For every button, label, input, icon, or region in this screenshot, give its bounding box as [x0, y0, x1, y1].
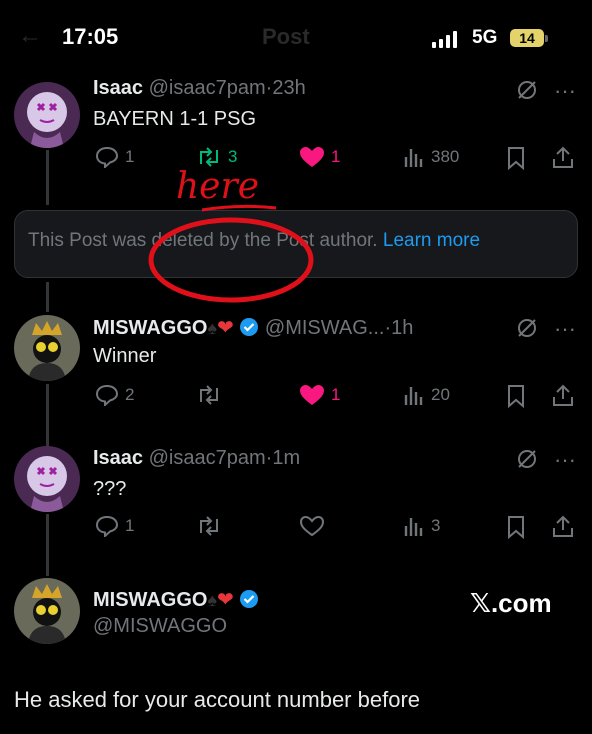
reply-icon — [95, 146, 119, 168]
repost-button[interactable] — [196, 515, 228, 537]
repost-icon — [200, 147, 218, 167]
avatar-isaac[interactable] — [14, 82, 80, 148]
post-header: Isaac @isaac7pam·23h — [93, 77, 306, 100]
repost-icon — [200, 385, 218, 405]
author-handle[interactable]: @isaac7pam — [149, 77, 266, 99]
views-icon — [404, 518, 423, 536]
heart-icon — [300, 385, 324, 405]
grok-icon[interactable] — [515, 316, 539, 345]
views-count: 380 — [431, 147, 460, 166]
repost-button[interactable] — [196, 384, 228, 406]
bookmark-icon[interactable] — [506, 146, 526, 175]
views-button[interactable]: 380 — [403, 146, 459, 168]
thread-line — [46, 384, 49, 446]
more-icon[interactable]: ··· — [554, 78, 576, 104]
author-name[interactable]: Isaac — [93, 77, 143, 99]
author-name[interactable]: MISWAGGO — [93, 589, 207, 611]
reply-icon — [95, 384, 119, 406]
thread-line — [46, 282, 49, 312]
verified-badge-icon — [239, 317, 259, 339]
share-icon[interactable] — [552, 514, 574, 543]
author-handle[interactable]: @MISWAG... — [265, 317, 385, 339]
post-header: Isaac @isaac7pam·1m — [93, 447, 300, 470]
post-time[interactable]: 23h — [272, 77, 305, 99]
grok-icon[interactable] — [515, 447, 539, 476]
author-handle[interactable]: @MISWAGGO — [93, 615, 227, 638]
repost-icon — [200, 516, 218, 536]
thread-line — [46, 150, 49, 205]
post-time[interactable]: 1h — [391, 317, 413, 339]
like-count: 1 — [331, 385, 341, 404]
x-com-watermark: 𝕏.com — [470, 588, 552, 618]
repost-count: 3 — [228, 147, 238, 166]
views-button[interactable]: 3 — [403, 515, 440, 537]
bookmark-icon[interactable] — [506, 384, 526, 413]
red-heart-emoji: ❤ — [217, 317, 234, 339]
share-icon[interactable] — [552, 383, 574, 412]
battery-icon: 14 — [510, 29, 544, 47]
thread-line — [46, 514, 49, 576]
views-icon — [404, 387, 423, 405]
spade-emoji: ♠ — [207, 318, 218, 338]
post-text: Winner — [93, 345, 157, 367]
like-count: 1 — [331, 147, 341, 166]
reply-count: 2 — [125, 385, 135, 404]
main-post-text: He asked for your account number before — [14, 687, 421, 712]
battery-tip — [545, 35, 548, 42]
learn-more-link[interactable]: Learn more — [383, 230, 480, 251]
reply-button[interactable]: 1 — [95, 146, 134, 168]
annotation-circle — [148, 217, 314, 303]
status-time: 17:05 — [62, 24, 119, 49]
network-label: 5G — [472, 27, 498, 48]
verified-badge-icon — [239, 589, 259, 611]
heart-icon — [299, 515, 325, 537]
views-count: 3 — [431, 516, 441, 535]
share-icon[interactable] — [552, 145, 574, 174]
repost-button[interactable]: 3 — [196, 146, 237, 168]
author-name[interactable]: MISWAGGO — [93, 317, 207, 339]
heart-icon — [300, 147, 324, 167]
post-text: ??? — [93, 478, 127, 500]
back-arrow-icon[interactable]: ← — [18, 22, 42, 50]
views-icon — [404, 149, 423, 167]
annotation-label: here — [176, 166, 260, 207]
post-header: MISWAGGO♠❤ @MISWAG...·1h — [93, 315, 413, 340]
avatar-miswaggo[interactable] — [14, 578, 80, 644]
signal-icon — [432, 30, 457, 48]
views-button[interactable]: 20 — [403, 384, 450, 406]
author-handle[interactable]: @isaac7pam — [149, 447, 266, 469]
post-time[interactable]: 1m — [272, 447, 300, 469]
more-icon[interactable]: ··· — [554, 447, 576, 473]
page-title: Post — [262, 24, 310, 49]
like-button[interactable]: 1 — [299, 146, 340, 168]
like-button[interactable] — [299, 515, 331, 537]
reply-count: 1 — [125, 147, 135, 166]
avatar-miswaggo[interactable] — [14, 315, 80, 381]
more-icon[interactable]: ··· — [554, 316, 576, 342]
reply-count: 1 — [125, 516, 135, 535]
grok-icon[interactable] — [515, 78, 539, 107]
reply-icon — [95, 515, 119, 537]
post-text: BAYERN 1-1 PSG — [93, 108, 257, 130]
reply-button[interactable]: 2 — [95, 384, 134, 406]
bookmark-icon[interactable] — [506, 515, 526, 544]
author-name[interactable]: Isaac — [93, 447, 143, 469]
main-post-author: MISWAGGO♠❤ — [93, 587, 259, 612]
like-button[interactable]: 1 — [299, 384, 340, 406]
spade-emoji: ♠ — [207, 590, 218, 610]
avatar-isaac[interactable] — [14, 446, 80, 512]
red-heart-emoji: ❤ — [217, 589, 234, 611]
reply-button[interactable]: 1 — [95, 515, 134, 537]
views-count: 20 — [431, 385, 450, 404]
